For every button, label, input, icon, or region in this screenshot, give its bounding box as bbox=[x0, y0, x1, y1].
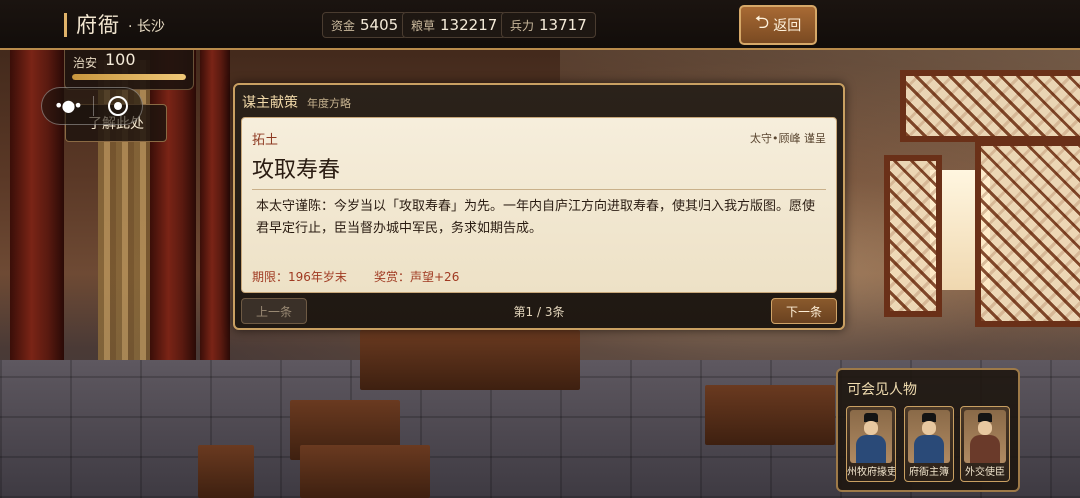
more-dots-icon[interactable]: •●• bbox=[54, 96, 83, 115]
dialog-title: 谋主献策 bbox=[242, 95, 298, 111]
dialog-subtitle: 年度方略 bbox=[307, 97, 351, 110]
visitors-panel: 可会见人物 州牧府掾吏 府衙主簿 外交使臣 bbox=[836, 368, 1020, 492]
next-button-label: 下一条 bbox=[785, 304, 822, 319]
top-bar: 府衙 · 长沙 资金 5405 粮草 132217 兵力 13717 ⮌ 返回 bbox=[0, 0, 1080, 50]
proposal-dialog: 谋主献策 年度方略 拓土 太守•顾峰 谨呈 攻取寿春 本太守谨陈：今岁当以「攻取… bbox=[233, 83, 845, 330]
low-table bbox=[705, 385, 835, 445]
target-circle-icon[interactable] bbox=[108, 96, 128, 116]
page-title: 府衙 bbox=[76, 13, 120, 37]
visitor-name: 外交使臣 bbox=[965, 467, 1005, 478]
back-button[interactable]: ⮌ 返回 bbox=[739, 5, 817, 45]
public-order-value: 100 bbox=[105, 50, 136, 69]
visitor-card[interactable]: 府衙主簿 bbox=[904, 406, 954, 482]
capsule-divider bbox=[93, 96, 94, 116]
lattice-window-left bbox=[884, 155, 942, 317]
proposal-deadline: 期限：196年岁末 bbox=[252, 270, 347, 284]
resource-value: 5405 bbox=[360, 16, 399, 34]
proposal-body: 本太守谨陈：今岁当以「攻取寿春」为先。一年内自庐江方向进取寿春，使其归入我方版图… bbox=[256, 199, 816, 236]
next-button[interactable]: 下一条 bbox=[771, 298, 837, 324]
resource-funds: 资金 5405 bbox=[322, 12, 408, 38]
stool bbox=[198, 445, 254, 498]
location-label: · 长沙 bbox=[128, 19, 165, 35]
visitor-card[interactable]: 州牧府掾吏 bbox=[846, 406, 896, 482]
page-indicator: 第1 / 3条 bbox=[513, 305, 565, 319]
portrait-icon bbox=[964, 410, 1006, 463]
public-order-label: 治安 bbox=[73, 56, 98, 70]
lattice-window-right bbox=[975, 140, 1080, 327]
resource-label: 兵力 bbox=[510, 18, 535, 33]
resource-label: 资金 bbox=[331, 18, 356, 33]
back-button-label: 返回 bbox=[773, 18, 802, 34]
portrait-icon bbox=[908, 410, 950, 463]
resource-value: 132217 bbox=[440, 16, 498, 34]
desk bbox=[360, 330, 580, 390]
title-marker bbox=[64, 13, 67, 37]
resource-grain: 粮草 132217 bbox=[402, 12, 507, 38]
proposal-author: 太守•顾峰 谨呈 bbox=[750, 132, 826, 145]
mini-program-capsule: •●• bbox=[41, 87, 143, 125]
return-arrow-icon: ⮌ bbox=[754, 12, 770, 33]
proposal-reward: 奖赏：声望+26 bbox=[374, 270, 460, 284]
resource-troops: 兵力 13717 bbox=[501, 12, 596, 38]
public-order-bar bbox=[72, 74, 186, 80]
resource-value: 13717 bbox=[539, 16, 587, 34]
proposal-heading: 攻取寿春 bbox=[252, 158, 341, 183]
lattice-window-top bbox=[900, 70, 1080, 142]
visitors-title: 可会见人物 bbox=[847, 382, 917, 398]
visitor-card[interactable]: 外交使臣 bbox=[960, 406, 1010, 482]
visitor-name: 府衙主簿 bbox=[909, 467, 949, 478]
portrait-icon bbox=[850, 410, 892, 463]
divider bbox=[252, 189, 826, 190]
proposal-document: 拓土 太守•顾峰 谨呈 攻取寿春 本太守谨陈：今岁当以「攻取寿春」为先。一年内自… bbox=[241, 117, 837, 293]
public-order-fill bbox=[72, 74, 186, 80]
resource-label: 粮草 bbox=[411, 18, 436, 33]
low-table bbox=[300, 445, 430, 498]
visitor-name: 州牧府掾吏 bbox=[847, 467, 896, 478]
proposal-category: 拓土 bbox=[252, 133, 279, 148]
